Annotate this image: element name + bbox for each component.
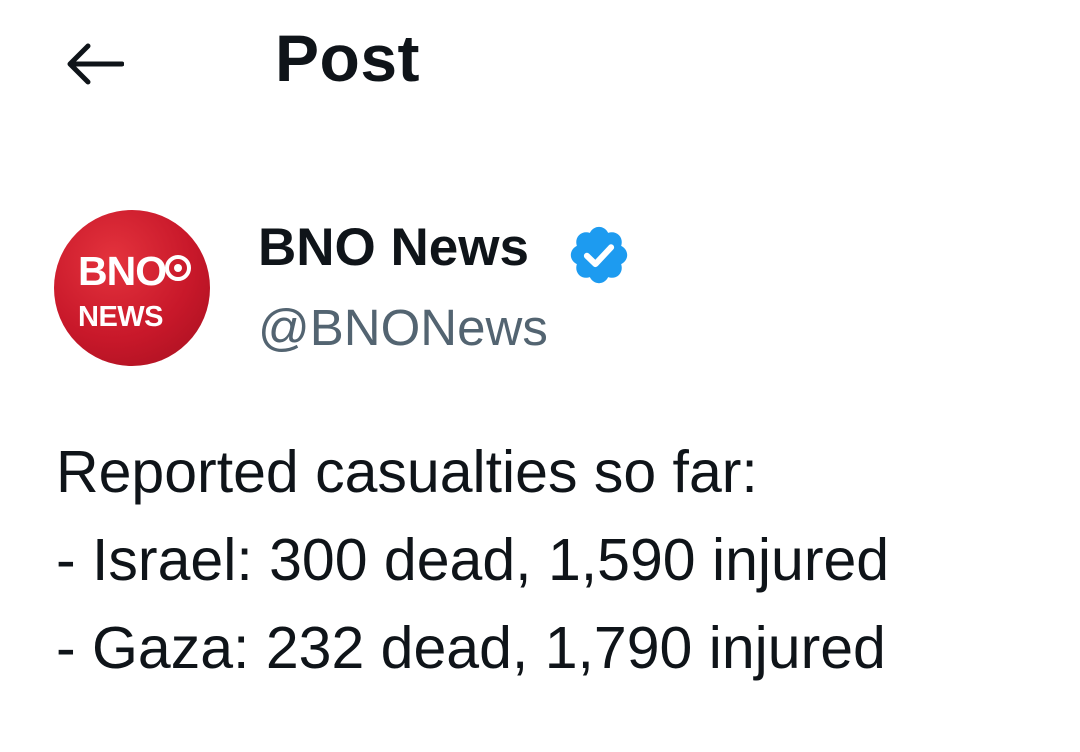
- globe-icon: [165, 255, 191, 281]
- author-handle[interactable]: @BNONews: [258, 296, 548, 360]
- post-author: BNO NEWS BNO News @BNONews: [0, 200, 1080, 380]
- post-text-line: - Israel: 300 dead, 1,590 injured: [56, 527, 890, 593]
- post-text-line: Reported casualties so far:: [56, 439, 758, 505]
- top-bar: Post: [0, 0, 1080, 120]
- page-title: Post: [275, 21, 421, 95]
- post-text-line: - Gaza: 232 dead, 1,790 injured: [56, 615, 886, 681]
- post-text: Reported casualties so far: - Israel: 30…: [56, 428, 1066, 692]
- author-display-name[interactable]: BNO News: [258, 216, 529, 280]
- avatar-logo-text-bottom: NEWS: [78, 301, 164, 333]
- verified-badge-icon[interactable]: [566, 222, 632, 288]
- avatar[interactable]: BNO NEWS: [54, 210, 210, 366]
- back-button[interactable]: [56, 30, 132, 96]
- arrow-left-icon: [67, 43, 124, 85]
- avatar-logo-text-top: BNO: [78, 248, 167, 294]
